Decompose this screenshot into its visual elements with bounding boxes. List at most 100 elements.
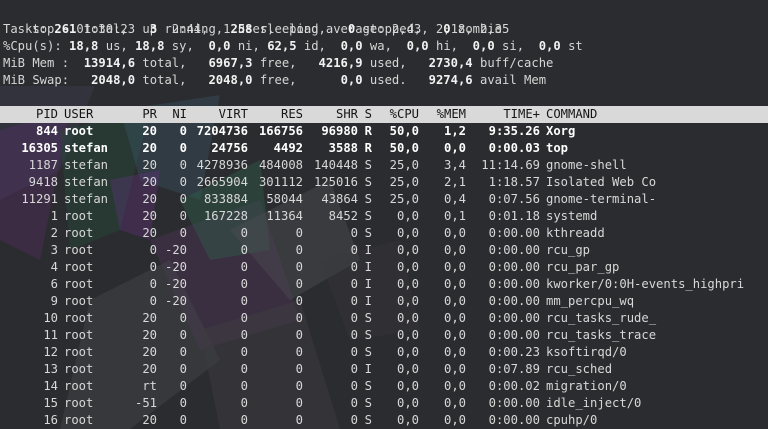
col-pid[interactable]: PID <box>3 106 58 123</box>
res-cell: 4492 <box>273 141 303 155</box>
res-cell: 0 <box>295 277 303 291</box>
process-row[interactable]: 1187 stefan 20 0 4278936 484008 140448 S 25,0 3,4… <box>3 157 760 174</box>
col-virt[interactable]: VIRT <box>187 106 248 123</box>
mem-cell: 0,0 <box>443 141 466 155</box>
mem-cell: 0,0 <box>443 277 466 291</box>
res-cell: 301112 <box>258 175 303 189</box>
cpu-si: 0,0 <box>472 39 495 53</box>
col-user[interactable]: USER <box>58 106 134 123</box>
priority-cell: 0 <box>149 260 157 274</box>
shr-cell: 125016 <box>313 175 358 189</box>
process-row[interactable]: 4 root 0 -20 0 0 0 I 0,0 0,0 0:00.00 rcu_par_gp <box>3 259 760 276</box>
time-cell: 0:00.00 <box>488 413 540 427</box>
cpu-wa-label: wa, <box>362 39 407 53</box>
process-row[interactable]: 14 root rt 0 0 0 0 S 0,0 0,0 0:00.02 migration/0 <box>3 378 760 395</box>
col-res[interactable]: RES <box>248 106 303 123</box>
mem-cell: 0,4 <box>443 192 466 206</box>
virt-cell: 0 <box>240 311 248 325</box>
state-cell: S <box>364 311 372 325</box>
col-shr[interactable]: SHR <box>303 106 358 123</box>
state-cell: S <box>364 192 372 206</box>
mem-total: 13914,6 <box>83 56 136 70</box>
cpu-id: 62,5 <box>267 39 297 53</box>
pid-cell: 2 <box>50 226 58 240</box>
nice-cell: -20 <box>164 243 187 257</box>
terminal-window[interactable]: top - 01:30:23 up 2:44, 1 user, load ave… <box>0 0 768 429</box>
cpu-st: 0,0 <box>538 39 561 53</box>
command-cell: ksoftirqd/0 <box>546 345 627 359</box>
process-row[interactable]: 3 root 0 -20 0 0 0 I 0,0 0,0 0:00.00 rcu_gp <box>3 242 760 259</box>
nice-cell: 0 <box>179 158 187 172</box>
col-mem[interactable]: %MEM <box>419 106 466 123</box>
cpu-cell: 50,0 <box>389 124 419 138</box>
mem-total-label: total, <box>135 56 209 70</box>
command-cell: systemd <box>546 209 598 223</box>
mem-used-label: used, <box>362 56 429 70</box>
shr-cell: 0 <box>350 413 358 427</box>
cpu-ni-label: ni, <box>230 39 268 53</box>
cpu-cell: 25,0 <box>389 158 419 172</box>
cpu-hi-label: hi, <box>428 39 473 53</box>
col-cpu[interactable]: %CPU <box>372 106 419 123</box>
pid-cell: 12 <box>43 345 58 359</box>
process-row[interactable]: 10 root 20 0 0 0 0 S 0,0 0,0 0:00.00 rcu_tasks_rude… <box>3 310 760 327</box>
state-cell: S <box>364 328 372 342</box>
state-cell: S <box>364 396 372 410</box>
process-row[interactable]: 2 root 20 0 0 0 0 S 0,0 0,0 0:00.00 kthreadd <box>3 225 760 242</box>
col-ni[interactable]: NI <box>157 106 187 123</box>
col-state[interactable]: S <box>358 106 372 123</box>
col-time[interactable]: TIME+ <box>466 106 540 123</box>
cpu-cell: 0,0 <box>396 413 419 427</box>
process-row[interactable]: 844 root 20 0 7204736 166756 96980 R 50,0 1,2 9:35… <box>3 123 760 140</box>
pid-cell: 1 <box>50 209 58 223</box>
shr-cell: 0 <box>350 277 358 291</box>
nice-cell: 0 <box>179 311 187 325</box>
user-cell: root <box>64 243 94 257</box>
process-row[interactable]: 13 root 20 0 0 0 0 I 0,0 0,0 0:07.89 rcu_sched <box>3 361 760 378</box>
command-cell: mm_percpu_wq <box>546 294 635 308</box>
command-cell: Xorg <box>546 124 576 138</box>
cpu-sy-label: sy, <box>164 39 209 53</box>
state-cell: S <box>364 345 372 359</box>
time-cell: 0:00.23 <box>488 345 540 359</box>
tasks-total-label: total, <box>76 22 150 36</box>
process-row[interactable]: 6 root 0 -20 0 0 0 I 0,0 0,0 0:00.00 kworker/0:0H-e… <box>3 276 760 293</box>
shr-cell: 8452 <box>328 209 358 223</box>
process-row[interactable]: 15 root -51 0 0 0 0 S 0,0 0,0 0:00.00 idle_inject/0 <box>3 395 760 412</box>
swap-used-label: used. <box>362 73 429 87</box>
process-row[interactable]: 9 root 0 -20 0 0 0 I 0,0 0,0 0:00.00 mm_percpu_wq <box>3 293 760 310</box>
tasks-zombie: 0 <box>443 22 451 36</box>
user-cell: root <box>64 328 94 342</box>
process-row[interactable]: 1 root 20 0 167228 11364 8452 S 0,0 0,1 0:01.18 sys… <box>3 208 760 225</box>
res-cell: 0 <box>295 328 303 342</box>
cpu-sy: 18,8 <box>135 39 165 53</box>
res-cell: 0 <box>295 311 303 325</box>
mem-cell: 0,0 <box>443 294 466 308</box>
pid-cell: 16 <box>43 413 58 427</box>
process-row[interactable]: 11291 stefan 20 0 833884 58044 43864 S 25,0 0,4 0:… <box>3 191 760 208</box>
nice-cell: 0 <box>179 362 187 376</box>
user-cell: stefan <box>64 192 109 206</box>
process-row[interactable]: 9418 stefan 20 0 2665904 301112 125016 S 25,0 2,1… <box>3 174 760 191</box>
shr-cell: 0 <box>350 328 358 342</box>
process-row[interactable]: 12 root 20 0 0 0 0 S 0,0 0,0 0:00.23 ksoftirqd/0 <box>3 344 760 361</box>
process-row[interactable]: 16 root 20 0 0 0 0 S 0,0 0,0 0:00.00 cpuhp/0 <box>3 412 760 429</box>
priority-cell: -51 <box>134 396 157 410</box>
user-cell: stefan <box>64 141 109 155</box>
priority-cell: 0 <box>149 294 157 308</box>
tasks-running: 3 <box>149 22 158 36</box>
priority-cell: 20 <box>142 362 157 376</box>
col-pr[interactable]: PR <box>134 106 157 123</box>
user-cell: root <box>64 379 94 393</box>
state-cell: R <box>364 141 372 155</box>
virt-cell: 0 <box>240 260 248 274</box>
process-row[interactable]: 16305 stefan 20 0 24756 4492 3588 R 50,0 0,0 0:00.… <box>3 140 760 157</box>
virt-cell: 0 <box>240 379 248 393</box>
virt-cell: 24756 <box>211 141 248 155</box>
time-cell: 0:00.00 <box>488 396 540 410</box>
process-row[interactable]: 11 root 20 0 0 0 0 S 0,0 0,0 0:00.00 rcu_tasks_trac… <box>3 327 760 344</box>
col-command[interactable]: COMMAND <box>540 106 760 123</box>
mem-cell: 0,1 <box>443 209 466 223</box>
mem-cell: 3,4 <box>443 158 466 172</box>
cpu-wa: 0,0 <box>340 39 363 53</box>
